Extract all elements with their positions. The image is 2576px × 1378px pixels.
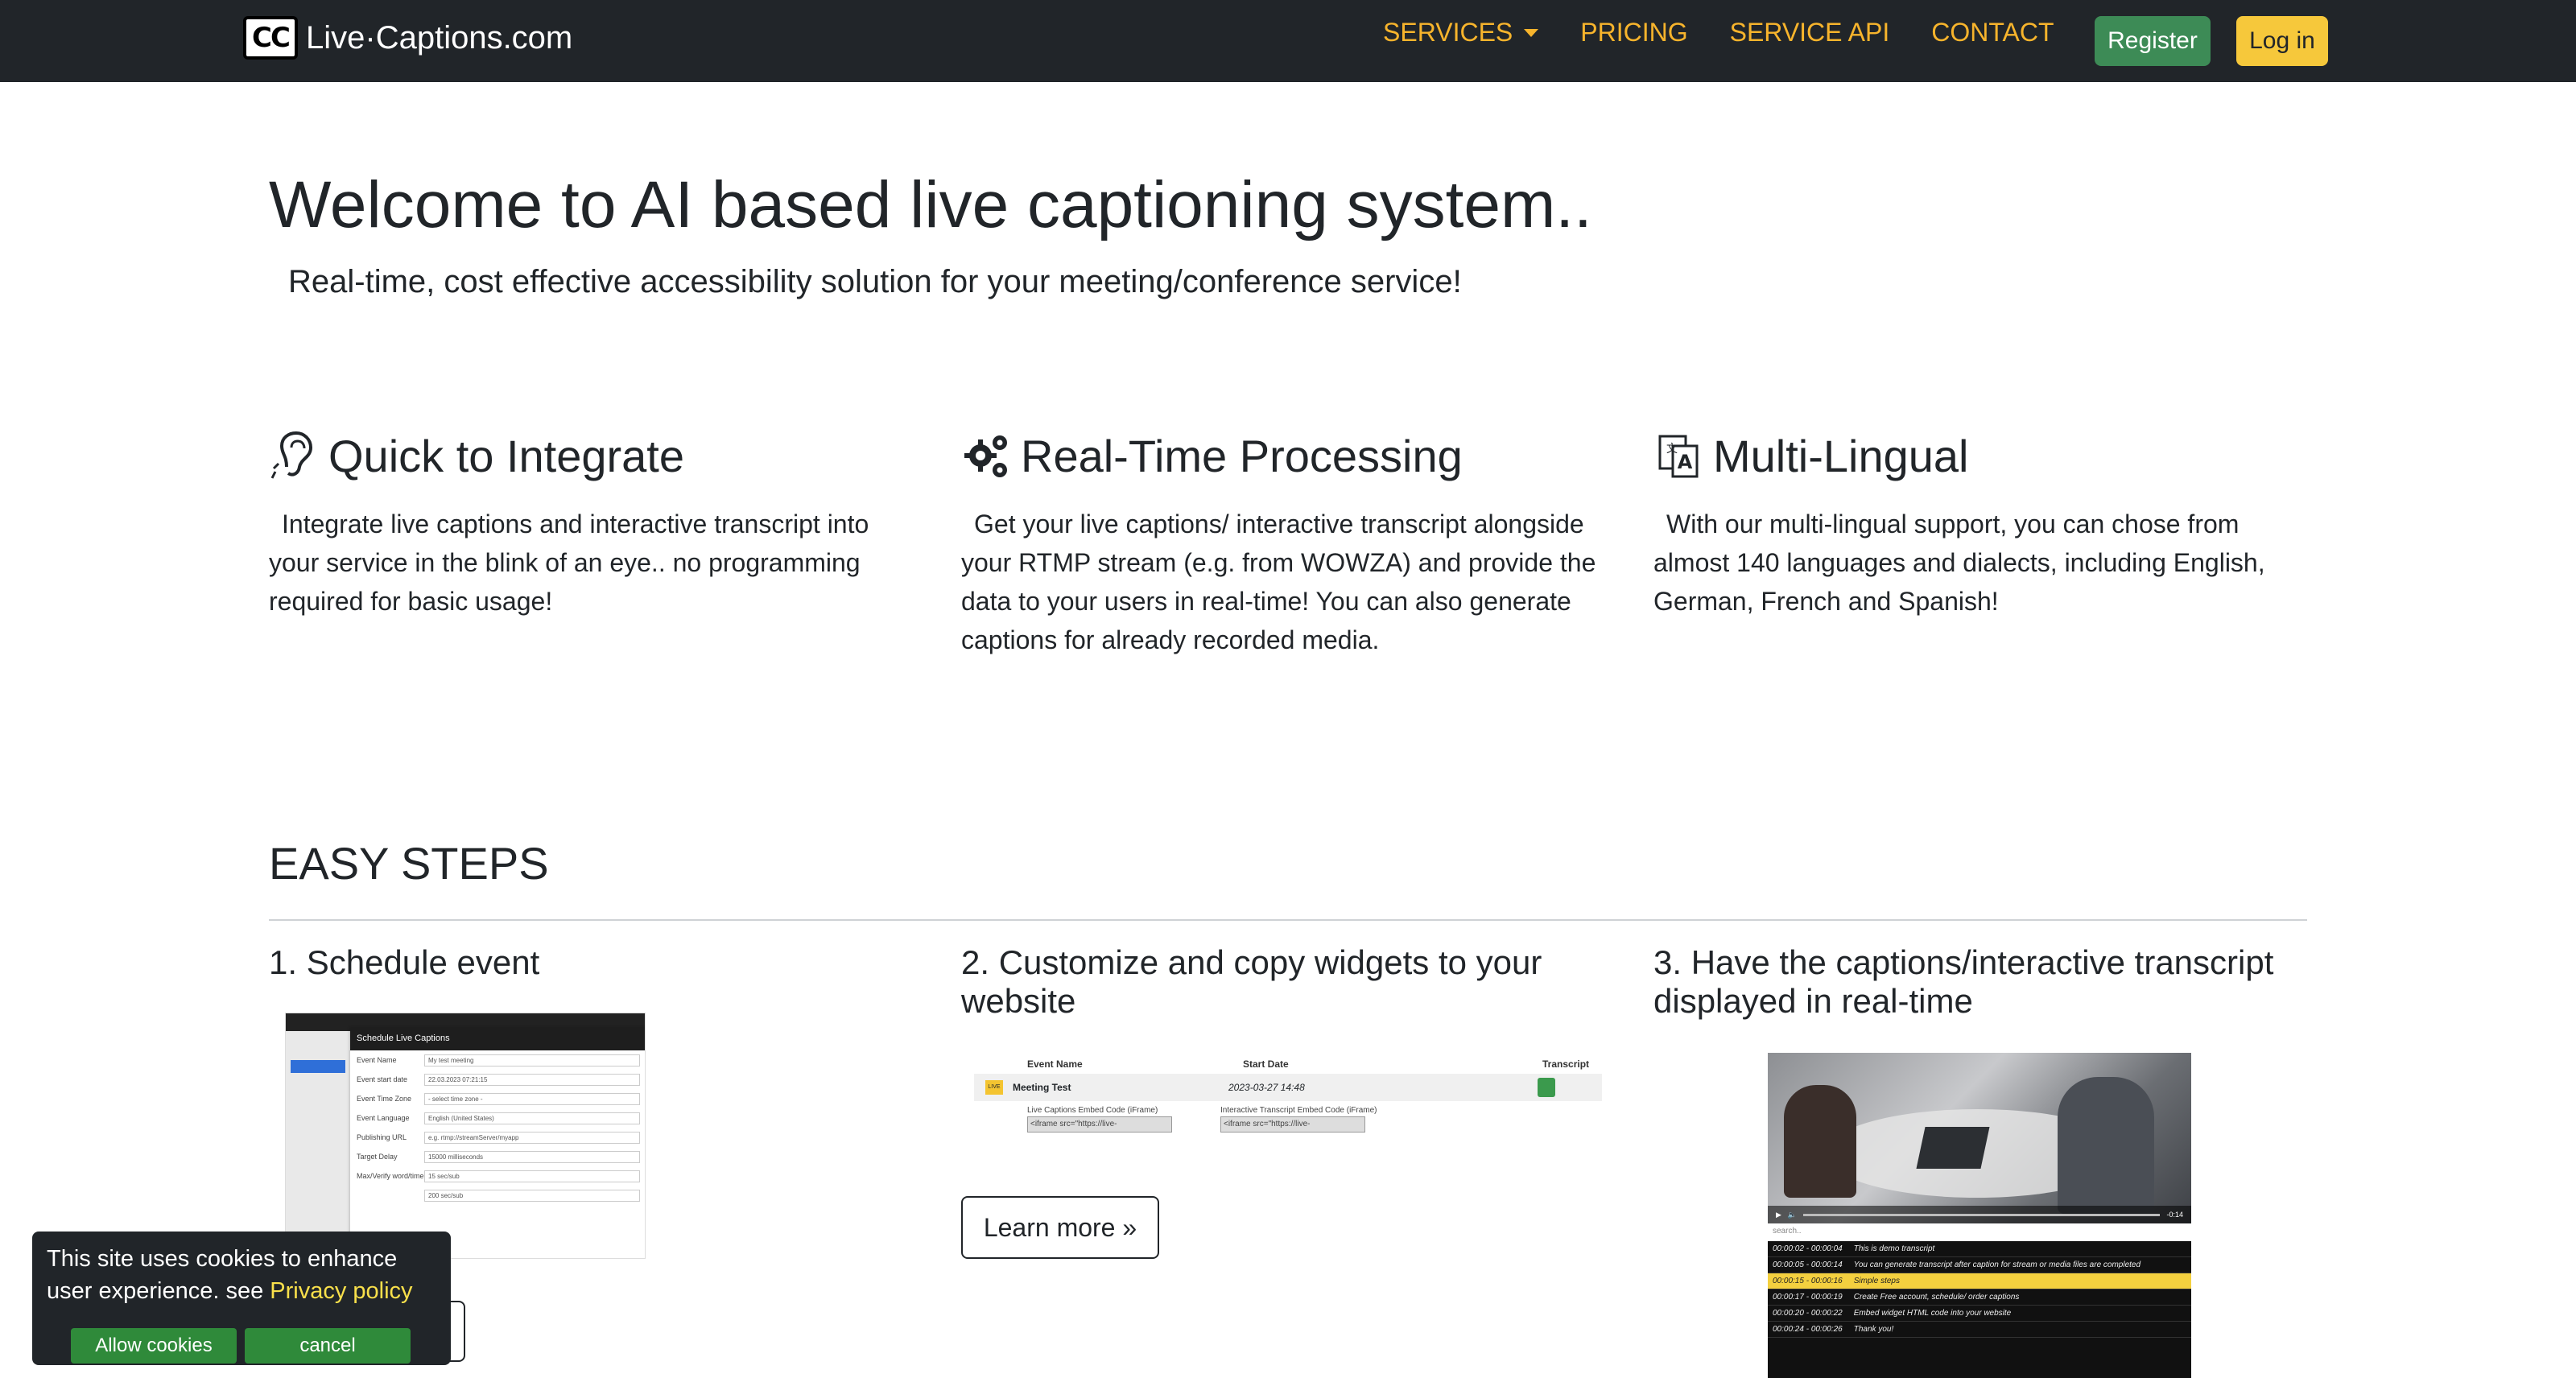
volume-icon: 🔈 (1787, 1210, 1798, 1219)
hero-title: Welcome to AI based live captioning syst… (269, 168, 1592, 241)
register-button[interactable]: Register (2095, 16, 2211, 66)
feature-title: Quick to Integrate (328, 431, 685, 481)
cancel-cookies-button[interactable]: cancel (245, 1328, 411, 1364)
learn-more-button[interactable]: Learn more » (961, 1196, 1159, 1259)
hero-subtitle: Real-time, cost effective accessibility … (288, 264, 1462, 299)
divider (269, 919, 2307, 921)
transcript-search: search.. (1768, 1223, 2191, 1241)
feature-title: Real-Time Processing (1021, 431, 1463, 481)
nav-contact[interactable]: CONTACT (1931, 18, 2054, 47)
play-icon: ▶ (1776, 1210, 1781, 1219)
schedule-event-screenshot: Schedule Live Captions Event Name My test… (285, 1013, 646, 1259)
cc-logo-icon: CC (243, 16, 298, 60)
nav-pricing[interactable]: PRICING (1580, 18, 1687, 47)
feature-text: Get your live captions/ interactive tran… (961, 510, 1596, 654)
brand-link[interactable]: CC Live·Captions.com (243, 16, 572, 60)
transcript-screenshot: ▶ 🔈 -0:14 search.. 00:00:02 - 00:00:04 Th… (1768, 1053, 2191, 1378)
top-navbar: CC Live·Captions.com SERVICES PRICING SE… (0, 0, 2576, 82)
step-title: 2. Customize and copy widgets to your we… (961, 943, 1542, 1020)
translate-icon: A文 (1653, 431, 1703, 481)
cookie-message: This site uses cookies to enhance user e… (47, 1246, 413, 1304)
step-title: 3. Have the captions/interactive transcr… (1653, 943, 2274, 1020)
step-1: 1. Schedule event (269, 943, 913, 982)
privacy-policy-link[interactable]: Privacy policy (270, 1278, 412, 1304)
step-2: 2. Customize and copy widgets to your we… (961, 943, 1605, 1021)
feature-multilingual: A文 Multi-Lingual With our multi-lingual … (1653, 430, 2297, 621)
login-button[interactable]: Log in (2236, 16, 2328, 66)
widgets-screenshot: Event Name Start Date Transcript LIVE Me… (974, 1054, 1602, 1151)
feature-title: Multi-Lingual (1713, 431, 1969, 481)
nav-service-api[interactable]: SERVICE API (1730, 18, 1890, 47)
ear-icon (269, 431, 319, 481)
svg-text:文: 文 (1666, 443, 1678, 456)
feature-quick-integrate: Quick to Integrate Integrate live captio… (269, 430, 913, 621)
live-badge: LIVE (985, 1080, 1003, 1095)
nav-services-label: SERVICES (1383, 18, 1513, 47)
gears-icon (961, 431, 1011, 481)
cookie-banner: This site uses cookies to enhance user e… (32, 1232, 451, 1365)
caret-down-icon (1524, 28, 1539, 37)
nav-links: SERVICES PRICING SERVICE API CONTACT (1383, 18, 2095, 47)
modal-title: Schedule Live Captions (350, 1028, 645, 1050)
video-player: ▶ 🔈 -0:14 (1768, 1053, 2191, 1223)
nav-services[interactable]: SERVICES (1383, 18, 1539, 47)
transcript-doc-icon[interactable] (1538, 1078, 1555, 1097)
step-title: 1. Schedule event (269, 943, 540, 981)
easy-steps-title: EASY STEPS (269, 838, 549, 889)
svg-text:A: A (1678, 451, 1693, 473)
brand-text: Live·Captions.com (306, 19, 573, 56)
feature-text: Integrate live captions and interactive … (269, 510, 869, 616)
feature-text: With our multi-lingual support, you can … (1653, 510, 2265, 616)
step-3: 3. Have the captions/interactive transcr… (1653, 943, 2297, 1021)
allow-cookies-button[interactable]: Allow cookies (71, 1328, 237, 1364)
feature-realtime: Real-Time Processing Get your live capti… (961, 430, 1605, 659)
